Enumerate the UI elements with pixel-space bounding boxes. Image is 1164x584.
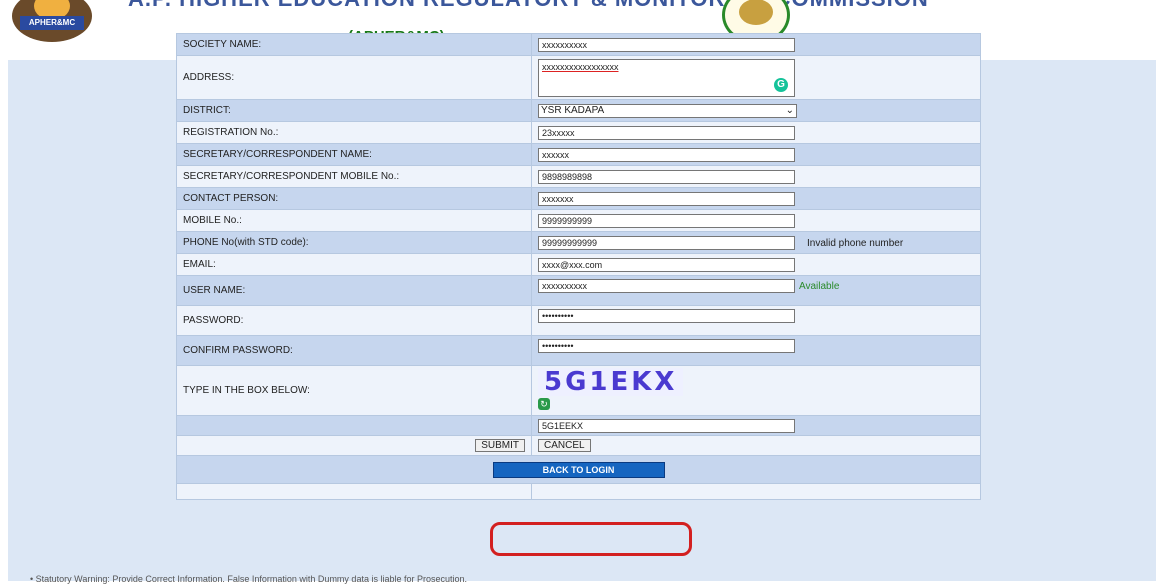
registration-no-input[interactable] — [538, 125, 795, 140]
captcha-input[interactable] — [538, 418, 795, 433]
username-availability-message: Available — [799, 281, 840, 292]
refresh-captcha-icon[interactable]: ↻ — [538, 398, 550, 410]
submit-button[interactable]: SUBMIT — [475, 439, 525, 452]
row-contact-person: CONTACT PERSON: — [176, 187, 981, 210]
label-registration-no: REGISTRATION No.: — [176, 121, 532, 144]
cancel-button[interactable]: CANCEL — [538, 439, 591, 452]
password-input[interactable] — [538, 309, 795, 323]
row-district: DISTRICT: YSR KADAPA ⌄ — [176, 99, 981, 122]
mobile-no-input[interactable] — [538, 213, 795, 228]
label-email: EMAIL: — [176, 253, 532, 276]
label-contact-person: CONTACT PERSON: — [176, 187, 532, 210]
dropdown-arrow-icon: ⌄ — [785, 105, 794, 116]
row-user-name: USER NAME: Available — [176, 275, 981, 306]
phone-no-input[interactable] — [538, 235, 795, 250]
user-name-input[interactable] — [538, 279, 795, 293]
row-captcha: TYPE IN THE BOX BELOW: 5G1EKX ↻ — [176, 365, 981, 416]
secretary-name-input[interactable] — [538, 147, 795, 162]
label-captcha: TYPE IN THE BOX BELOW: — [176, 365, 532, 416]
label-district: DISTRICT: — [176, 99, 532, 122]
header-title: A.P. HIGHER EDUCATION REGULATORY & MONIT… — [128, 0, 929, 12]
label-mobile-no: MOBILE No.: — [176, 209, 532, 232]
row-secretary-mobile: SECRETARY/CORRESPONDENT MOBILE No.: — [176, 165, 981, 188]
highlight-circle — [490, 522, 692, 556]
email-input[interactable] — [538, 257, 795, 272]
row-email: EMAIL: — [176, 253, 981, 276]
confirm-password-input[interactable] — [538, 339, 795, 353]
row-registration-no: REGISTRATION No.: — [176, 121, 981, 144]
row-actions: SUBMIT CANCEL — [176, 435, 981, 456]
registration-table: SOCIETY NAME: ADDRESS: xxxxxxxxxxxxxxxxx… — [176, 33, 981, 500]
society-name-input[interactable] — [538, 37, 795, 52]
logo-ribbon: APHER&MC — [20, 16, 84, 30]
grammarly-icon[interactable]: G — [774, 77, 788, 92]
row-secretary-name: SECRETARY/CORRESPONDENT NAME: — [176, 143, 981, 166]
label-user-name: USER NAME: — [176, 275, 532, 306]
row-confirm-password: CONFIRM PASSWORD: — [176, 335, 981, 366]
apher-logo: APHER&MC — [12, 0, 92, 42]
contact-person-input[interactable] — [538, 191, 795, 206]
label-secretary-name: SECRETARY/CORRESPONDENT NAME: — [176, 143, 532, 166]
row-phone-no: PHONE No(with STD code): Invalid phone n… — [176, 231, 981, 254]
captcha-image: 5G1EKX — [538, 368, 684, 396]
label-password: PASSWORD: — [176, 305, 532, 336]
district-select[interactable]: YSR KADAPA ⌄ — [538, 103, 797, 118]
label-address: ADDRESS: — [176, 55, 532, 100]
back-to-login-button[interactable]: BACK TO LOGIN — [492, 461, 665, 478]
row-captcha-input — [176, 415, 981, 436]
label-confirm-password: CONFIRM PASSWORD: — [176, 335, 532, 366]
row-spacer — [176, 483, 981, 500]
label-phone-no: PHONE No(with STD code): — [176, 231, 532, 254]
phone-validation-message: Invalid phone number — [807, 237, 904, 249]
row-password: PASSWORD: — [176, 305, 981, 336]
secretary-mobile-input[interactable] — [538, 169, 795, 184]
label-captcha-input — [176, 415, 532, 436]
address-textarea[interactable]: xxxxxxxxxxxxxxxxx G — [538, 58, 795, 97]
label-secretary-mobile: SECRETARY/CORRESPONDENT MOBILE No.: — [176, 165, 532, 188]
statutory-warning: • Statutory Warning: Provide Correct Inf… — [30, 574, 467, 584]
row-back: BACK TO LOGIN — [176, 455, 981, 484]
label-society-name: SOCIETY NAME: — [176, 33, 532, 56]
row-mobile-no: MOBILE No.: — [176, 209, 981, 232]
row-society-name: SOCIETY NAME: — [176, 33, 981, 56]
row-address: ADDRESS: xxxxxxxxxxxxxxxxx G — [176, 55, 981, 100]
